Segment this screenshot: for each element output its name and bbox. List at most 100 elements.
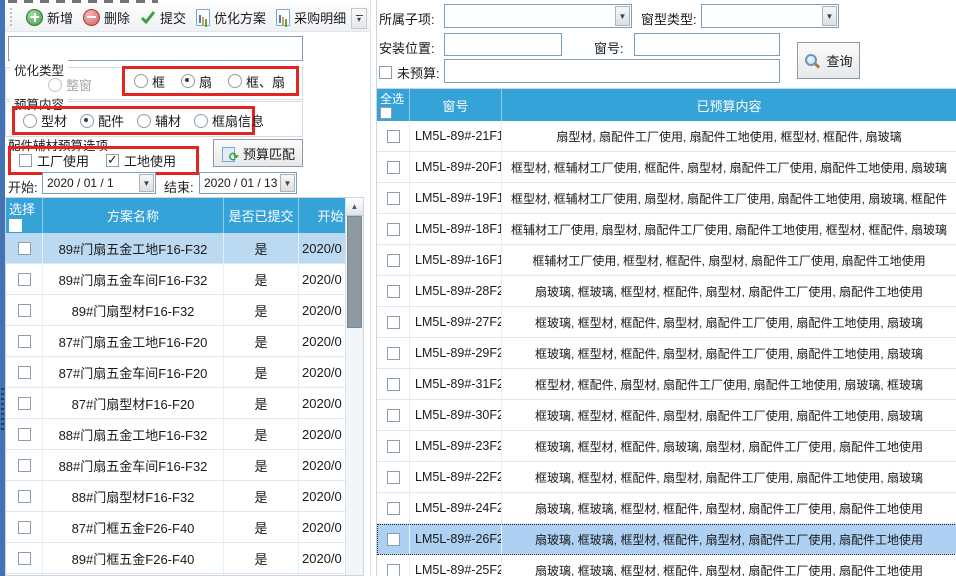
- add-button[interactable]: 新增: [21, 6, 78, 29]
- window-table-row[interactable]: LM5L-89#-18F16 框辅材工厂使用, 扇型材, 扇配件工厂使用, 扇配…: [377, 214, 956, 245]
- row-checkbox[interactable]: [18, 242, 31, 255]
- window-table-row[interactable]: LM5L-89#-27F25 框玻璃, 框型材, 框配件, 扇型材, 扇配件工厂…: [377, 307, 956, 338]
- row-checkbox[interactable]: [18, 335, 31, 348]
- plan-table-row[interactable]: 87#门扇型材F16-F20 是 2020/0: [6, 388, 363, 419]
- window-type-combo[interactable]: ▼: [701, 4, 839, 28]
- plan-table-row[interactable]: 88#门扇五金车间F16-F32 是 2020/0: [6, 450, 363, 481]
- toolbar-overflow-button[interactable]: ▾: [351, 8, 367, 29]
- row-checkbox[interactable]: [387, 130, 400, 143]
- window-table-row[interactable]: LM5L-89#-21F19 扇型材, 扇配件工厂使用, 扇配件工地使用, 框型…: [377, 121, 956, 152]
- opt-type-radio-whole[interactable]: 整窗: [48, 75, 92, 94]
- radio-frame[interactable]: 框: [134, 72, 165, 91]
- window-no-column-header[interactable]: 窗号: [410, 89, 502, 121]
- submitted-column-header[interactable]: 是否已提交: [224, 198, 299, 233]
- row-checkbox[interactable]: [18, 366, 31, 379]
- plan-table-row[interactable]: 87#门扇五金工地F16-F20 是 2020/0: [6, 326, 363, 357]
- optimization-plan-button[interactable]: 优化方案: [191, 6, 271, 29]
- window-table-row[interactable]: LM5L-89#-28F26 扇玻璃, 框玻璃, 框型材, 框配件, 扇型材, …: [377, 276, 956, 307]
- windows-table: 全选 窗号 已预算内容 LM5L-89#-21F19 扇型材, 扇配件工厂使用,…: [377, 88, 956, 576]
- window-table-row[interactable]: LM5L-89#-26F24 扇玻璃, 框玻璃, 框型材, 框配件, 扇型材, …: [377, 524, 956, 555]
- row-checkbox[interactable]: [18, 552, 31, 565]
- row-checkbox[interactable]: [387, 223, 400, 236]
- row-checkbox[interactable]: [387, 254, 400, 267]
- submit-button[interactable]: 提交: [135, 6, 191, 29]
- select-all-checkbox[interactable]: [380, 107, 392, 119]
- window-table-row[interactable]: LM5L-89#-31F29 框型材, 框配件, 扇型材, 扇配件工厂使用, 扇…: [377, 369, 956, 400]
- row-checkbox[interactable]: [387, 378, 400, 391]
- window-table-row[interactable]: LM5L-89#-19F17 框型材, 框辅材工厂使用, 扇型材, 扇配件工厂使…: [377, 183, 956, 214]
- plan-table-row[interactable]: 89#门扇五金车间F16-F32 是 2020/0: [6, 264, 363, 295]
- install-position-input[interactable]: [444, 33, 562, 56]
- plan-table-row[interactable]: 89#门扇五金工地F16-F32 是 2020/0: [6, 233, 363, 264]
- splitter-grip[interactable]: [1, 388, 4, 430]
- query-button[interactable]: 查询: [797, 42, 860, 79]
- window-table-row[interactable]: LM5L-89#-20F18 框型材, 框辅材工厂使用, 框配件, 扇型材, 扇…: [377, 152, 956, 183]
- sub-item-dropdown-icon[interactable]: ▼: [615, 6, 630, 26]
- row-checkbox[interactable]: [18, 304, 31, 317]
- plan-table-row[interactable]: 88#门扇型材F16-F32 是 2020/0: [6, 481, 363, 512]
- row-checkbox[interactable]: [387, 285, 400, 298]
- row-checkbox[interactable]: [387, 533, 400, 546]
- scrollbar-up-arrow[interactable]: ▲: [346, 198, 363, 216]
- plan-name-column-header[interactable]: 方案名称: [43, 198, 224, 233]
- sub-item-combo[interactable]: ▼: [444, 4, 632, 28]
- date-start-dropdown-icon[interactable]: ▼: [139, 174, 154, 192]
- window-no-input[interactable]: [634, 33, 780, 56]
- radio-profile[interactable]: 型材: [23, 111, 67, 130]
- row-checkbox[interactable]: [387, 316, 400, 329]
- window-table-row[interactable]: LM5L-89#-22F20 框玻璃, 框型材, 框配件, 扇型材, 扇配件工厂…: [377, 462, 956, 493]
- plan-table-row[interactable]: 88#门扇五金工地F16-F32 是 2020/0: [6, 419, 363, 450]
- window-type-dropdown-icon[interactable]: ▼: [822, 6, 837, 26]
- toolbar-grip[interactable]: [10, 8, 15, 26]
- plan-table-row[interactable]: 89#门框五金F26-F40 是 2020/0: [6, 543, 363, 574]
- radio-frame-sash-info[interactable]: 框扇信息: [194, 111, 264, 130]
- row-checkbox[interactable]: [18, 521, 31, 534]
- select-all-checkbox[interactable]: [9, 219, 22, 232]
- window-no-cell: LM5L-89#-21F19: [410, 121, 502, 151]
- row-checkbox[interactable]: [387, 440, 400, 453]
- plan-filter-input[interactable]: [8, 36, 303, 61]
- date-start-picker[interactable]: 2020 / 01 / 1 ▼: [42, 172, 156, 194]
- row-checkbox[interactable]: [387, 192, 400, 205]
- row-checkbox[interactable]: [18, 428, 31, 441]
- row-checkbox[interactable]: [18, 273, 31, 286]
- pane-splitter[interactable]: [370, 0, 371, 576]
- row-checkbox[interactable]: [387, 471, 400, 484]
- window-no-cell: LM5L-89#-30F28: [410, 400, 502, 430]
- window-table-row[interactable]: LM5L-89#-16F15 框辅材工厂使用, 框型材, 框配件, 扇型材, 扇…: [377, 245, 956, 276]
- row-checkbox[interactable]: [18, 397, 31, 410]
- row-checkbox[interactable]: [387, 409, 400, 422]
- radio-auxiliary[interactable]: 辅材: [137, 111, 181, 130]
- row-checkbox[interactable]: [387, 347, 400, 360]
- plan-table-row[interactable]: 87#门框五金F26-F40 是 2020/0: [6, 512, 363, 543]
- row-select-cell: [377, 214, 410, 244]
- row-checkbox[interactable]: [18, 459, 31, 472]
- row-checkbox[interactable]: [387, 502, 400, 515]
- no-budget-checkbox[interactable]: 未预算:: [379, 63, 440, 82]
- usage-checkbox[interactable]: 工厂使用: [19, 151, 89, 170]
- window-table-row[interactable]: LM5L-89#-29F27 框玻璃, 框型材, 框配件, 扇型材, 扇配件工厂…: [377, 338, 956, 369]
- date-end-picker[interactable]: 2020 / 01 / 13 ▼: [199, 172, 297, 194]
- radio-frame-sash[interactable]: 框、扇: [228, 72, 285, 91]
- radio-accessory[interactable]: 配件: [80, 111, 124, 130]
- delete-button[interactable]: 删除: [78, 6, 135, 29]
- row-checkbox[interactable]: [387, 161, 400, 174]
- scrollbar-thumb[interactable]: [347, 216, 362, 328]
- radio-whole-window[interactable]: 整窗: [48, 75, 92, 94]
- window-table-row[interactable]: LM5L-89#-24F22 扇玻璃, 框玻璃, 框型材, 框配件, 扇型材, …: [377, 493, 956, 524]
- usage-checkbox[interactable]: 工地使用: [106, 151, 176, 170]
- window-table-row[interactable]: LM5L-89#-30F28 框玻璃, 框型材, 框配件, 扇型材, 扇配件工厂…: [377, 400, 956, 431]
- no-budget-input[interactable]: [444, 59, 780, 83]
- window-table-row[interactable]: LM5L-89#-25F23 扇玻璃, 框玻璃, 框型材, 框配件, 扇型材, …: [377, 555, 956, 576]
- budgeted-content-column-header[interactable]: 已预算内容: [502, 89, 956, 121]
- plan-table-row[interactable]: 89#门扇型材F16-F32 是 2020/0: [6, 295, 363, 326]
- purchase-detail-button[interactable]: 采购明细 ▾: [271, 6, 362, 29]
- plans-table-scrollbar[interactable]: ▲: [345, 198, 363, 575]
- radio-sash[interactable]: 扇: [181, 72, 212, 91]
- plan-table-row[interactable]: 87#门扇五金车间F16-F20 是 2020/0: [6, 357, 363, 388]
- budget-match-button[interactable]: 预算匹配: [213, 139, 303, 167]
- date-end-dropdown-icon[interactable]: ▼: [280, 174, 295, 192]
- row-checkbox[interactable]: [18, 490, 31, 503]
- row-checkbox[interactable]: [387, 564, 400, 576]
- window-table-row[interactable]: LM5L-89#-23F21 框玻璃, 框型材, 框配件, 扇玻璃, 扇型材, …: [377, 431, 956, 462]
